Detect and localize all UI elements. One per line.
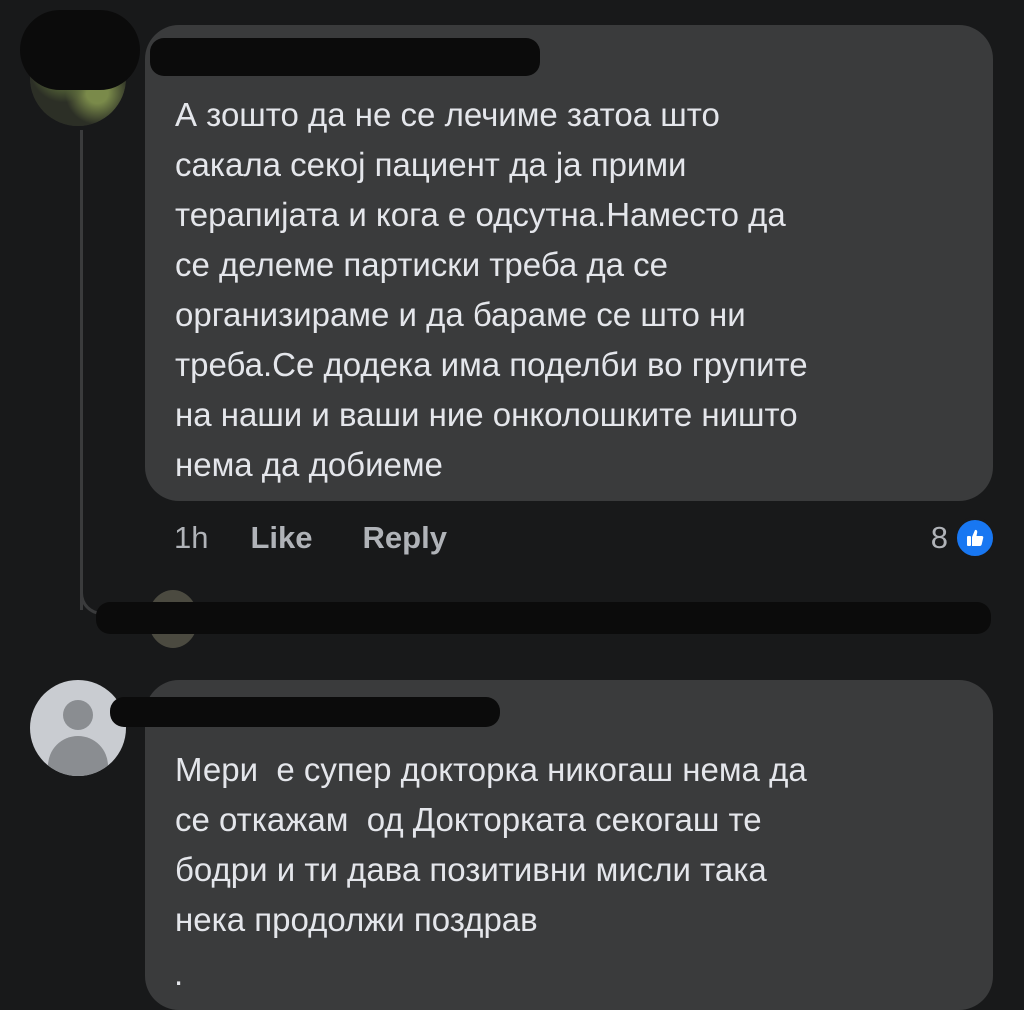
thread-connector-line (80, 130, 83, 610)
comment-text: Мери е супер докторка никогаш нема да се… (175, 751, 807, 938)
comment-actions: 1h Like Reply (174, 513, 497, 563)
redacted-author-name (150, 38, 540, 76)
thumbs-up-icon (954, 517, 996, 559)
default-avatar[interactable] (30, 680, 126, 776)
redacted-author-name (110, 697, 500, 727)
reaction-count: 8 (930, 520, 948, 555)
comment-text: А зошто да не се лечиме затоа што сакала… (175, 96, 808, 483)
redacted-reply-preview (96, 602, 991, 634)
comment-timestamp[interactable]: 1h (174, 520, 208, 556)
redaction-mark (20, 10, 140, 90)
comment-trailing-text: . (174, 955, 184, 992)
reaction-summary[interactable]: 8 (931, 513, 996, 563)
reply-button[interactable]: Reply (363, 520, 447, 556)
like-button[interactable]: Like (250, 520, 312, 556)
